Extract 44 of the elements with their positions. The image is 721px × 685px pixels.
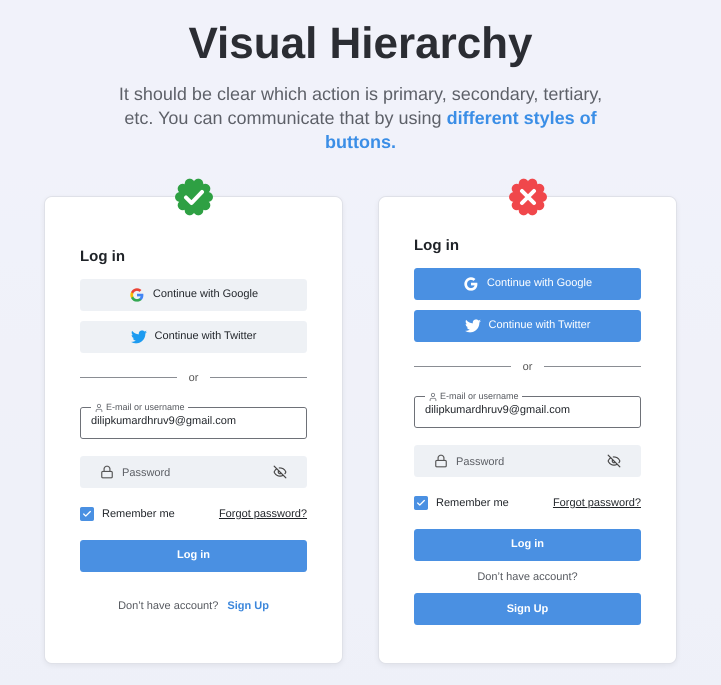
divider-label: or [188, 370, 198, 386]
password-field[interactable]: Password [414, 445, 641, 477]
lock-icon [434, 454, 448, 468]
google-g-icon [128, 286, 145, 302]
twitter-button[interactable]: Continue with Twitter [80, 320, 307, 352]
divider-label: or [522, 360, 532, 374]
email-field[interactable]: E-mail or username dilipkumardhruv9@gmail.com [414, 390, 641, 428]
user-icon [428, 392, 438, 402]
remember-checkbox[interactable] [414, 496, 428, 510]
lock-icon [100, 465, 114, 479]
check-icon [416, 498, 426, 508]
email-field[interactable]: E-mail or username dilipkumardhruv9@gmail.com [80, 401, 307, 439]
card-heading: Log in [414, 236, 460, 256]
signup-prompt: Don’t have account? [118, 598, 218, 614]
google-button[interactable]: Continue with Google [414, 268, 641, 300]
login-button[interactable]: Log in [80, 540, 307, 572]
check-icon [82, 509, 92, 520]
field-label: E-mail or username [440, 390, 519, 403]
login-button[interactable]: Log in [414, 528, 641, 560]
sign-up-link[interactable]: Sign Up [227, 598, 269, 614]
signup-prompt: Don’t have account? [476, 570, 579, 584]
checkbox-label: Remember me [436, 496, 509, 511]
checkbox-label: Remember me [102, 507, 175, 522]
page-title: Visual Hierarchy [188, 18, 533, 70]
remember-checkbox[interactable] [80, 507, 94, 522]
eye-off-icon [273, 465, 287, 479]
field-value: dilipkumardhruv9@gmail.com [91, 414, 238, 428]
card-heading: Log in [80, 247, 126, 267]
eye-off-icon [607, 454, 621, 468]
page-subtitle: It should be clear which action is primary, secondary, tertiary, etc. You can communicate that by using different styles of buttons. [118, 83, 604, 154]
forgot-password-link[interactable]: Forgot password? [218, 506, 307, 522]
user-icon [94, 402, 104, 413]
field-placeholder: Password [122, 467, 170, 479]
sign-up-button[interactable]: Sign Up [414, 593, 641, 625]
password-field[interactable]: Password [80, 456, 307, 488]
google-g-icon [462, 276, 479, 292]
field-value: dilipkumardhruv9@gmail.com [425, 402, 572, 418]
field-placeholder: Password [456, 456, 504, 468]
google-button[interactable]: Continue with Google [80, 278, 307, 310]
bird-icon [130, 330, 147, 344]
forgot-password-link[interactable]: Forgot password? [552, 495, 641, 512]
twitter-button[interactable]: Continue with Twitter [414, 310, 641, 342]
bird-icon [464, 318, 481, 332]
field-label: E-mail or username [106, 401, 185, 414]
